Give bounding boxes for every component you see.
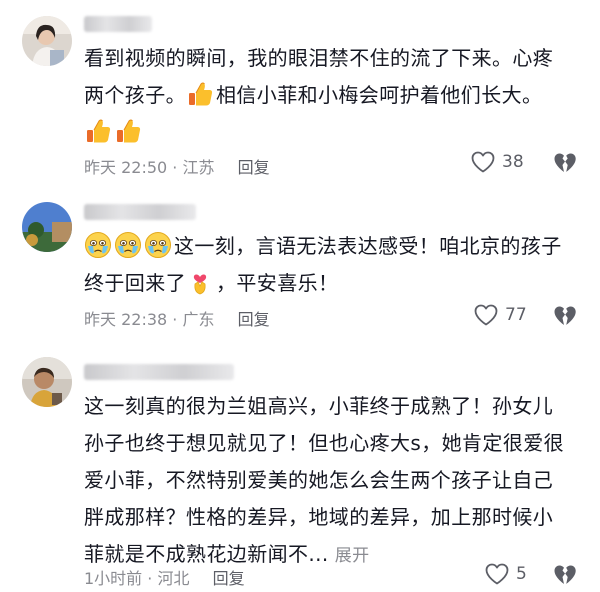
thumbs-up-emoji-icon — [84, 117, 112, 145]
thumbs-up-emoji-icon — [186, 80, 214, 108]
avatar[interactable] — [22, 357, 72, 407]
comment-meta: 1小时前 · 河北 回复 — [84, 565, 245, 589]
broken-heart-icon[interactable] — [552, 563, 578, 587]
comment-location: 广东 — [182, 310, 215, 329]
broken-heart-icon[interactable] — [552, 151, 578, 175]
username-blurred[interactable] — [84, 204, 196, 220]
comment-location: 河北 — [157, 569, 190, 588]
meta-separator: · — [172, 310, 178, 329]
comment-line: ，平安喜乐！ — [216, 271, 339, 295]
broken-heart-icon[interactable] — [552, 304, 578, 328]
comment-location: 江苏 — [182, 158, 215, 177]
comment-meta: 昨天 22:50 · 江苏 回复 — [84, 154, 270, 178]
like-count: 38 — [502, 152, 524, 172]
comment-line: 胖成那样？性格的差异，地域的差异，加上那时候小 — [84, 505, 554, 529]
reply-button[interactable]: 回复 — [238, 310, 270, 329]
like-count: 5 — [516, 564, 527, 584]
comment-line: 两个孩子。 — [84, 83, 186, 107]
heart-hands-emoji-icon — [186, 268, 214, 296]
meta-separator: · — [147, 569, 153, 588]
username-blurred[interactable] — [84, 364, 234, 380]
comment-meta: 昨天 22:38 · 广东 回复 — [84, 306, 270, 330]
like-count: 77 — [505, 305, 527, 325]
avatar[interactable] — [22, 202, 72, 252]
crying-face-emoji-icon — [144, 231, 172, 259]
avatar[interactable] — [22, 16, 72, 66]
comment-text: 这一刻真的很为兰姐高兴，小菲终于成熟了！孙女儿 孙子也终于想见就见了！但也心疼大… — [84, 388, 584, 575]
reply-button[interactable]: 回复 — [238, 158, 270, 177]
heart-icon — [484, 562, 510, 586]
comment-time: 1小时前 — [84, 569, 143, 588]
heart-icon — [470, 150, 496, 174]
comment-time: 昨天 22:50 — [84, 158, 168, 177]
comment-line: 相信小菲和小梅会呵护着他们长大。 — [216, 83, 543, 107]
reply-button[interactable]: 回复 — [213, 569, 245, 588]
heart-icon — [473, 303, 499, 327]
like-button[interactable]: 38 — [470, 150, 524, 174]
thumbs-up-emoji-icon — [114, 117, 142, 145]
meta-separator: · — [172, 158, 178, 177]
crying-face-emoji-icon — [84, 231, 112, 259]
comment-line: 这一刻真的很为兰姐高兴，小菲终于成熟了！孙女儿 — [84, 394, 554, 418]
comment-line: 终于回来了 — [84, 271, 186, 295]
comment-line: 看到视频的瞬间，我的眼泪禁不住的流了下来。心疼 — [84, 46, 554, 70]
comment-line: 菲就是不成熟花边新闻不... — [84, 542, 329, 566]
comment-time: 昨天 22:38 — [84, 310, 168, 329]
comment-line: 爱小菲，不然特别爱美的她怎么会生两个孩子让自己 — [84, 468, 554, 492]
expand-link[interactable]: 展开 — [335, 546, 370, 566]
comment-text: 这一刻，言语无法表达感受！咱北京的孩子 终于回来了 ，平安喜乐！ — [84, 228, 584, 302]
crying-face-emoji-icon — [114, 231, 142, 259]
comment-line: 孙子也终于想见就见了！但也心疼大s，她肯定很爱很 — [84, 431, 565, 455]
username-blurred[interactable] — [84, 16, 152, 32]
like-button[interactable]: 5 — [484, 562, 527, 586]
comment-line: 这一刻，言语无法表达感受！咱北京的孩子 — [174, 234, 562, 258]
like-button[interactable]: 77 — [473, 303, 527, 327]
comment-text: 看到视频的瞬间，我的眼泪禁不住的流了下来。心疼 两个孩子。 相信小菲和小梅会呵护着… — [84, 40, 584, 154]
